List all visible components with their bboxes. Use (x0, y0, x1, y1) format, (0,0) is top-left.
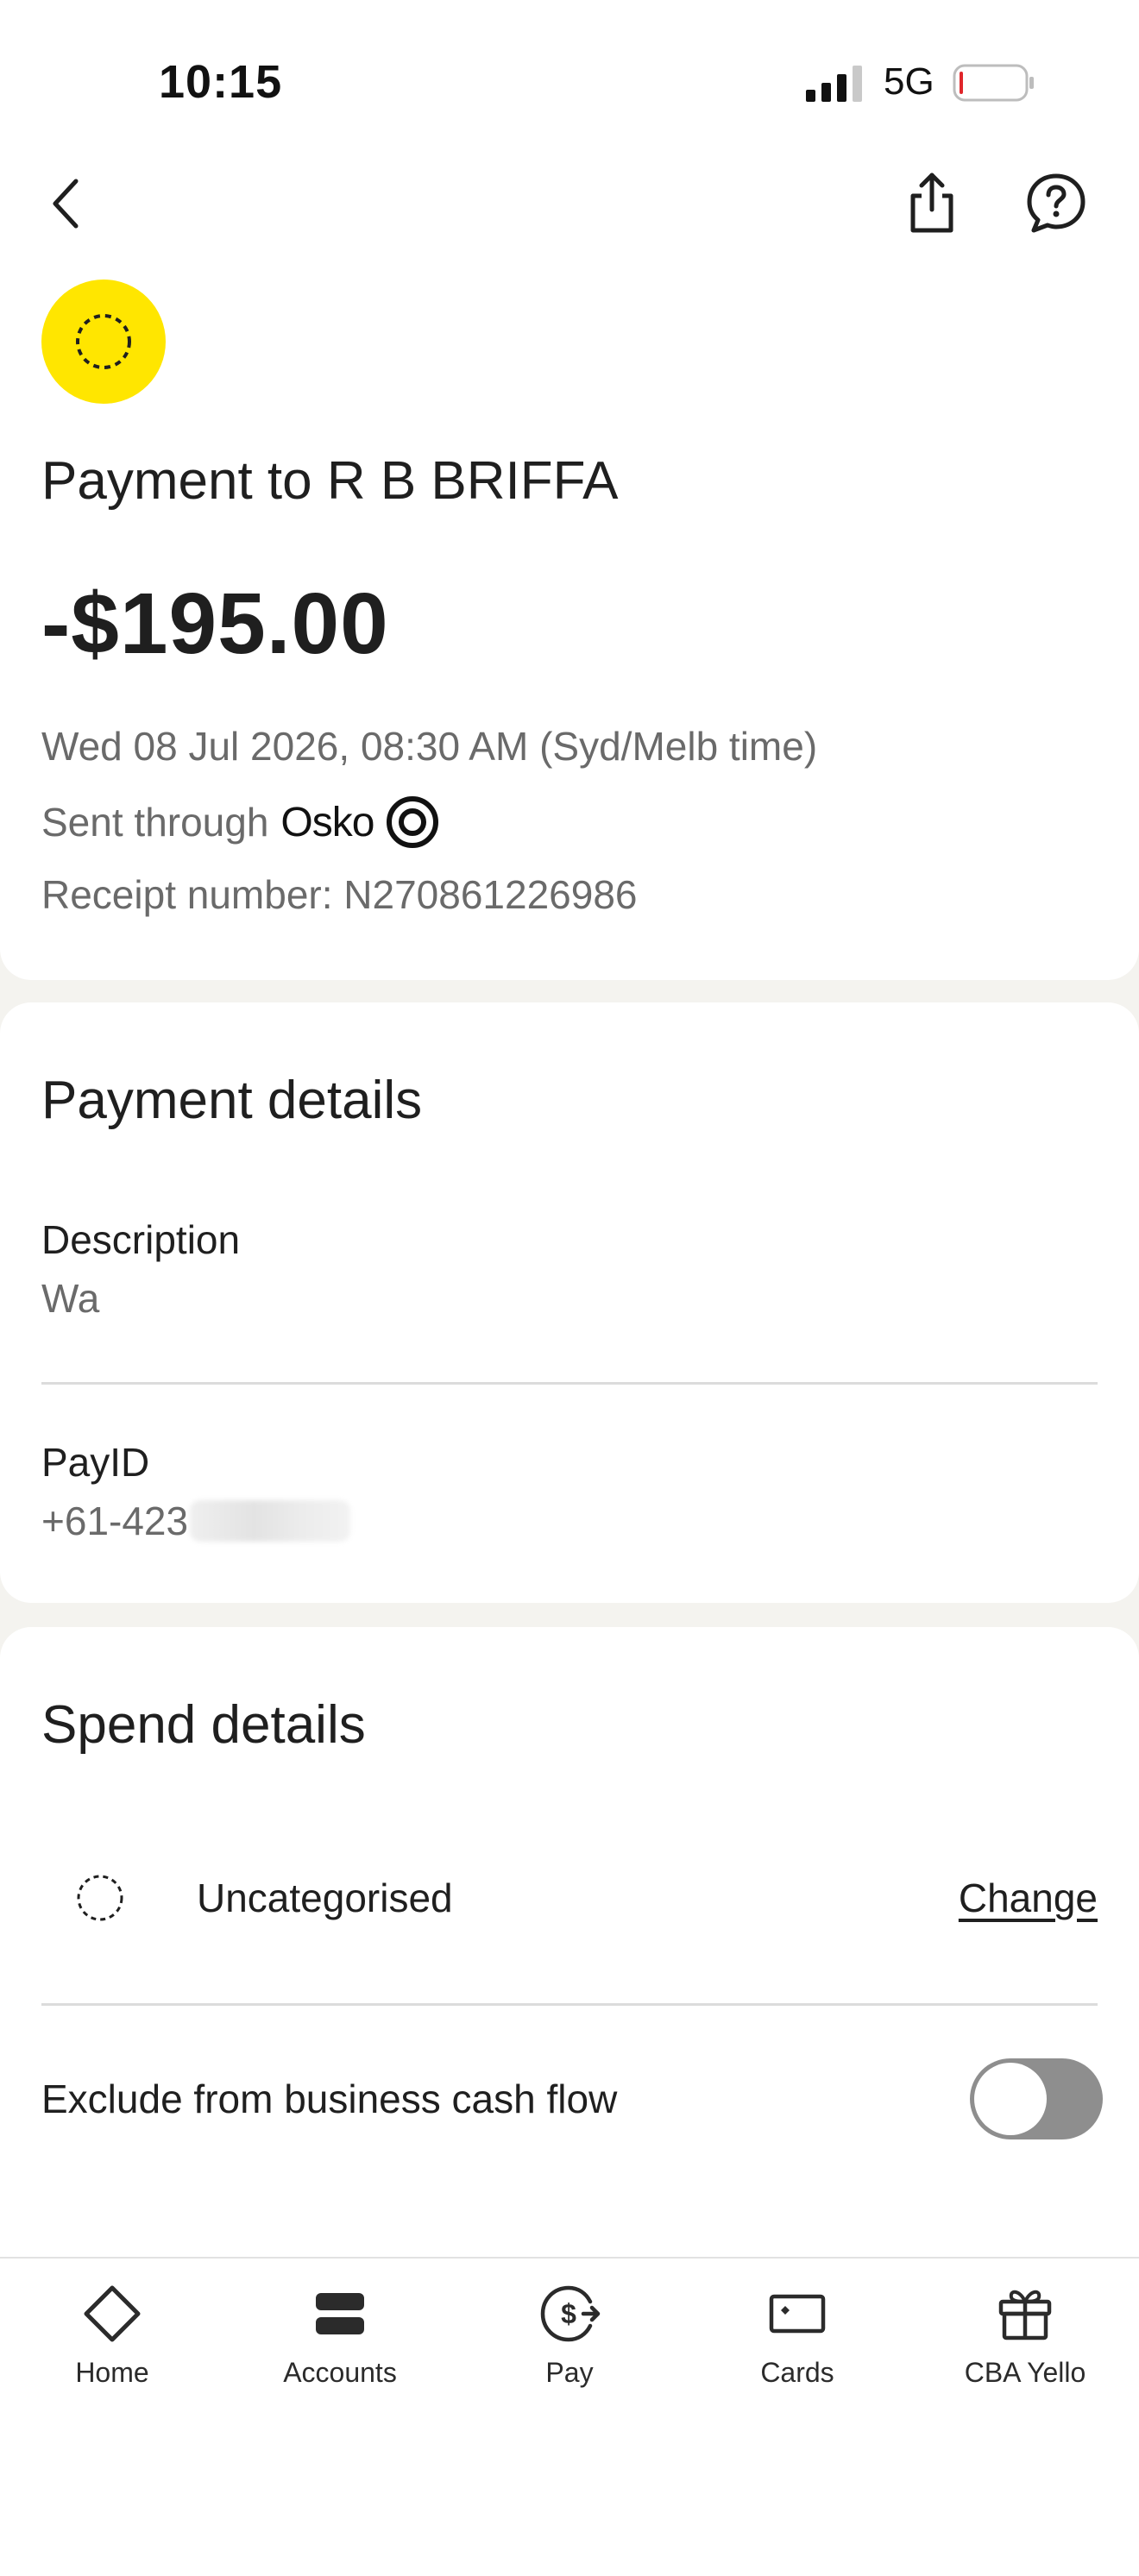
network-type: 5G (884, 60, 934, 103)
card-icon (769, 2294, 826, 2334)
osko-logo-icon (387, 796, 439, 848)
gift-icon (998, 2290, 1052, 2340)
tab-label: Home (75, 2357, 149, 2388)
payid-value: +61-423 (41, 1498, 351, 1544)
payid-visible: +61-423 (41, 1498, 189, 1543)
exclude-cash-flow-label: Exclude from business cash flow (41, 2077, 618, 2121)
tab-label: Pay (545, 2357, 594, 2388)
status-bar: 10:15 5G (0, 0, 1139, 164)
payment-details-heading: Payment details (41, 1071, 423, 1130)
payid-label: PayID (41, 1440, 150, 1485)
sent-through-label: Sent through (41, 800, 269, 845)
sent-through: Sent through Osko (41, 795, 439, 849)
tab-pay[interactable]: $ Pay (475, 2283, 664, 2412)
pay-icon: $ (540, 2285, 601, 2342)
svg-text:$: $ (561, 2298, 576, 2329)
tab-cards[interactable]: Cards (702, 2283, 892, 2412)
payment-details-card: Payment details Description Wa PayID +61… (0, 1002, 1139, 1603)
category-label: Uncategorised (197, 1875, 453, 1920)
divider (41, 2003, 1098, 2006)
payment-datetime: Wed 08 Jul 2026, 08:30 AM (Syd/Melb time… (41, 724, 818, 769)
exclude-cash-flow-toggle[interactable] (970, 2058, 1103, 2139)
bottom-tab-bar: Home Accounts $ Pay Cards CBA Yello (0, 2257, 1139, 2476)
payment-title: Payment to R B BRIFFA (41, 451, 619, 511)
back-button[interactable] (38, 173, 93, 235)
tab-label: Accounts (283, 2357, 397, 2388)
transaction-summary-card: 10:15 5G Payment to R B BRIFFA -$195.00 … (0, 0, 1139, 980)
share-button[interactable] (903, 169, 961, 236)
help-button[interactable] (1023, 169, 1089, 236)
description-value: Wa (41, 1276, 100, 1321)
change-category-link[interactable]: Change (959, 1875, 1098, 1921)
payee-avatar (41, 280, 166, 404)
divider (41, 1382, 1098, 1385)
tab-label: Cards (760, 2357, 834, 2388)
payment-amount: -$195.00 (41, 575, 389, 672)
uncategorised-icon (76, 314, 131, 369)
help-bubble-icon (1027, 173, 1086, 233)
tab-accounts[interactable]: Accounts (245, 2283, 435, 2412)
toggle-knob (974, 2063, 1047, 2135)
chevron-left-icon (53, 179, 79, 229)
accounts-icon (316, 2293, 364, 2334)
description-label: Description (41, 1217, 241, 1262)
tab-label: CBA Yello (964, 2357, 1086, 2388)
osko-brand: Osko (280, 799, 374, 845)
share-icon (910, 173, 953, 233)
status-time: 10:15 (159, 56, 283, 108)
signal-icon (806, 66, 862, 102)
tab-home[interactable]: Home (17, 2283, 207, 2412)
tab-cba-yello[interactable]: CBA Yello (930, 2283, 1120, 2412)
payid-redacted (190, 1500, 351, 1542)
spend-details-heading: Spend details (41, 1695, 366, 1755)
diamond-home-icon (84, 2285, 141, 2342)
receipt-number: Receipt number: N270861226986 (41, 872, 638, 917)
battery-icon (953, 64, 1034, 102)
uncategorised-icon (77, 1875, 123, 1921)
category-row: Uncategorised Change (41, 1846, 1098, 1950)
